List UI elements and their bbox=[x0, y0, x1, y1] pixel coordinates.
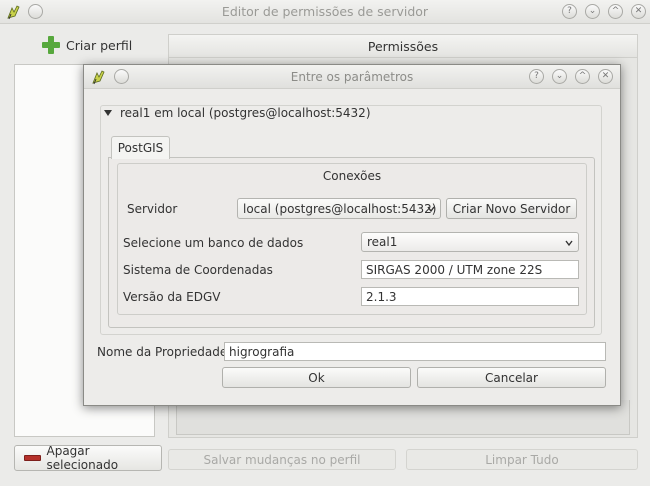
connections-title: Conexões bbox=[322, 169, 382, 183]
background-titlebar: Editor de permissões de servidor ? ⌄ ^ ✕ bbox=[0, 0, 650, 24]
crs-label: Sistema de Coordenadas bbox=[123, 263, 273, 277]
background-window-title: Editor de permissões de servidor bbox=[221, 4, 429, 19]
dialog-help-icon[interactable]: ? bbox=[529, 69, 544, 84]
database-value: real1 bbox=[367, 235, 398, 249]
property-name-input[interactable]: higrografia bbox=[224, 342, 606, 361]
dialog-maximize-icon[interactable]: ^ bbox=[575, 69, 590, 84]
chevron-down-icon bbox=[565, 240, 573, 247]
collapse-triangle-icon[interactable] bbox=[104, 110, 112, 116]
create-profile-button[interactable]: Criar perfil bbox=[42, 36, 132, 54]
close-icon[interactable]: ✕ bbox=[631, 4, 646, 19]
delete-selected-label: Apagar selecionado bbox=[46, 444, 119, 472]
delete-selected-button[interactable]: Apagar selecionado bbox=[14, 444, 162, 472]
minus-icon bbox=[24, 455, 41, 461]
help-icon[interactable]: ? bbox=[562, 4, 577, 19]
save-changes-button[interactable]: Salvar mudanças no perfil bbox=[168, 449, 396, 470]
tab-postgis[interactable]: PostGIS bbox=[111, 136, 170, 159]
server-value: local (postgres@localhost:5432) bbox=[243, 202, 437, 216]
clear-all-button[interactable]: Limpar Tudo bbox=[406, 449, 638, 470]
tree-node-label: real1 em local (postgres@localhost:5432) bbox=[120, 106, 371, 120]
parameters-dialog: Entre os parâmetros ? ⌄ ^ ✕ real1 em loc… bbox=[83, 64, 621, 406]
maximize-icon[interactable]: ^ bbox=[608, 4, 623, 19]
cancel-button[interactable]: Cancelar bbox=[417, 367, 606, 388]
new-server-button[interactable]: Criar Novo Servidor bbox=[446, 198, 577, 219]
property-name-label: Nome da Propriedade bbox=[97, 345, 228, 359]
server-label: Servidor bbox=[127, 202, 178, 216]
dialog-close-icon[interactable]: ✕ bbox=[598, 69, 613, 84]
chevron-down-icon bbox=[427, 206, 435, 213]
database-select[interactable]: real1 bbox=[361, 232, 579, 252]
permissions-header: Permissões bbox=[168, 34, 638, 58]
server-select[interactable]: local (postgres@localhost:5432) bbox=[237, 198, 441, 219]
tree-node-real1[interactable]: real1 em local (postgres@localhost:5432) bbox=[104, 106, 371, 120]
crs-field[interactable]: SIRGAS 2000 / UTM zone 22S bbox=[361, 260, 579, 279]
edgv-label: Versão da EDGV bbox=[123, 290, 221, 304]
dialog-minimize-icon[interactable]: ⌄ bbox=[552, 69, 567, 84]
plus-icon bbox=[42, 36, 60, 54]
edgv-field[interactable]: 2.1.3 bbox=[361, 287, 579, 306]
ok-button[interactable]: Ok bbox=[222, 367, 411, 388]
database-label: Selecione um banco de dados bbox=[123, 236, 304, 250]
minimize-icon[interactable]: ⌄ bbox=[585, 4, 600, 19]
dialog-titlebar: Entre os parâmetros ? ⌄ ^ ✕ bbox=[84, 65, 620, 89]
create-profile-label: Criar perfil bbox=[66, 37, 133, 53]
